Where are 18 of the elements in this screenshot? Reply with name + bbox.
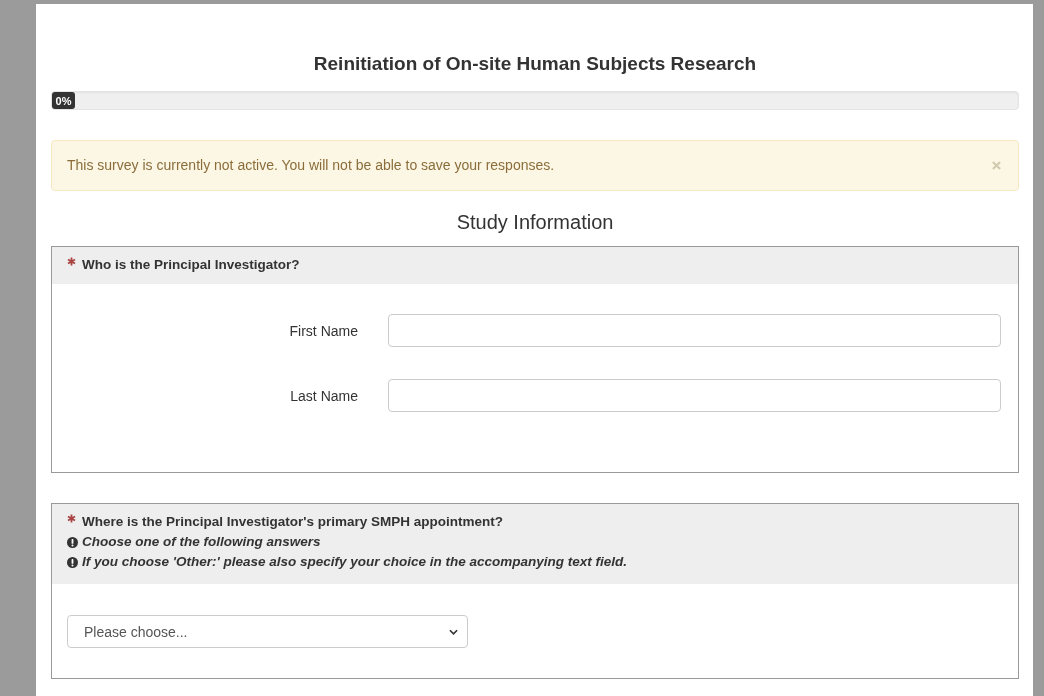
exclamation-circle-icon xyxy=(67,557,78,568)
input-field[interactable] xyxy=(388,314,1001,347)
instruction-note: If you choose 'Other:' please also specify your choice in the accompanying text field. xyxy=(82,553,628,571)
survey-title: Reinitiation of On-site Human Subjects Research xyxy=(312,52,758,76)
question-text: Who is the Principal Investigator? xyxy=(82,256,300,274)
chevron-down-icon xyxy=(449,628,458,635)
section-title: Study Information xyxy=(455,210,615,235)
dropdown[interactable]: Please choose... xyxy=(67,615,468,648)
field-label: Last Name xyxy=(290,387,358,404)
input-field[interactable] xyxy=(388,379,1001,412)
instruction-note: Choose one of the following answers xyxy=(82,533,321,551)
progress-label: 0% xyxy=(55,93,72,108)
exclamation-circle-icon xyxy=(67,537,78,548)
alert-message: This survey is currently not active. You will not be able to save your responses. xyxy=(67,156,555,175)
question-text: Where is the Principal Investigator's primary SMPH appointment? xyxy=(82,513,504,531)
field-label: First Name xyxy=(289,322,358,339)
close-icon xyxy=(992,160,1001,170)
close-button[interactable] xyxy=(992,160,1001,170)
